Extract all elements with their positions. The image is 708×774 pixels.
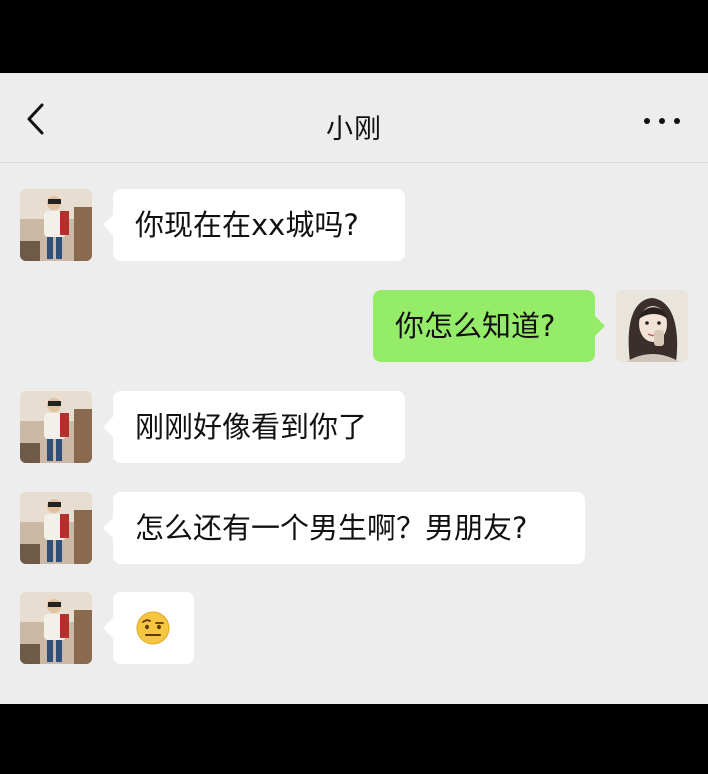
raised-eyebrow-emoji-icon (136, 611, 170, 645)
message-text: 你现在在xx城吗? (135, 208, 359, 242)
more-horizontal-icon (644, 118, 650, 124)
message-text: 怎么还有一个男生啊？男朋友? (135, 511, 528, 545)
message-text: 刚刚好像看到你了 (135, 410, 368, 444)
message-bubble-incoming[interactable]: 你现在在xx城吗? (103, 189, 405, 261)
contact-avatar[interactable] (20, 492, 92, 564)
contact-avatar[interactable] (20, 391, 92, 463)
chat-header: 小刚 (0, 73, 708, 163)
more-button[interactable] (642, 111, 682, 131)
chat-title: 小刚 (326, 114, 382, 145)
message-bubble-incoming[interactable]: 怎么还有一个男生啊？男朋友? (103, 492, 585, 564)
contact-avatar[interactable] (20, 189, 92, 261)
chat-screen: 小刚 你现在在xx城吗? 你怎么知道? 刚刚好像看到你了 怎么还有一个男生啊？男… (0, 73, 708, 704)
user-avatar[interactable] (616, 290, 688, 362)
message-bubble-incoming[interactable]: 刚刚好像看到你了 (103, 391, 405, 463)
contact-avatar[interactable] (20, 592, 92, 664)
message-bubble-incoming[interactable] (103, 592, 194, 664)
message-bubble-outgoing[interactable]: 你怎么知道? (373, 290, 605, 362)
message-text: 你怎么知道? (395, 309, 556, 343)
